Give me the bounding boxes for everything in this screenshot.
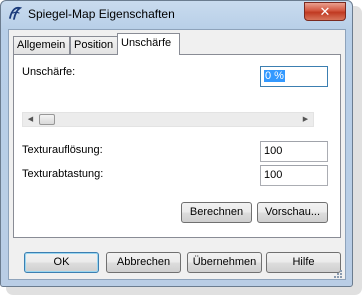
dialog-body: Allgemein Position Unschärfe Unschärfe: … — [8, 29, 346, 280]
tab-panel-unschaerfe: Unschärfe: 0 % ◀ ▶ Texturauflösung: 100 … — [13, 54, 341, 238]
texture-sampling-label: Texturabtastung: — [22, 168, 104, 180]
slider-thumb[interactable] — [39, 114, 55, 125]
close-button[interactable]: ✕ — [304, 2, 346, 21]
apply-button[interactable]: Übernehmen — [187, 252, 262, 273]
tab-label: Unschärfe — [121, 37, 172, 49]
scroll-left-arrow-icon[interactable]: ◀ — [23, 113, 38, 126]
tab-label: Position — [74, 39, 114, 51]
tab-unschaerfe[interactable]: Unschärfe — [117, 33, 180, 55]
scroll-right-arrow-icon[interactable]: ▶ — [298, 113, 313, 126]
texture-resolution-label: Texturauflösung: — [22, 144, 103, 156]
title-bar[interactable]: Spiegel-Map Eigenschaften ✕ — [1, 1, 352, 29]
tab-position[interactable]: Position — [70, 36, 118, 54]
resize-grip-icon[interactable] — [332, 268, 342, 278]
texture-resolution-input[interactable]: 100 — [260, 141, 328, 162]
close-icon: ✕ — [319, 4, 331, 19]
calculate-button[interactable]: Berechnen — [181, 202, 252, 223]
blur-input[interactable]: 0 % — [260, 66, 328, 87]
tab-allgemein[interactable]: Allgemein — [13, 36, 70, 54]
preview-button[interactable]: Vorschau... — [257, 202, 328, 223]
app-logo-icon — [9, 6, 23, 20]
blur-label: Unschärfe: — [22, 66, 76, 78]
blur-slider[interactable]: ◀ ▶ — [22, 112, 314, 127]
cancel-button[interactable]: Abbrechen — [106, 252, 181, 273]
texture-resolution-value: 100 — [264, 145, 283, 157]
blur-value: 0 % — [264, 70, 285, 82]
properties-dialog: Spiegel-Map Eigenschaften ✕ Allgemein Po… — [0, 0, 353, 287]
window-title: Spiegel-Map Eigenschaften — [28, 7, 175, 21]
help-button[interactable]: Hilfe — [266, 252, 341, 273]
texture-sampling-value: 100 — [264, 169, 283, 181]
ok-button[interactable]: OK — [24, 252, 99, 273]
tab-label: Allgemein — [17, 39, 66, 51]
texture-sampling-input[interactable]: 100 — [260, 165, 328, 186]
